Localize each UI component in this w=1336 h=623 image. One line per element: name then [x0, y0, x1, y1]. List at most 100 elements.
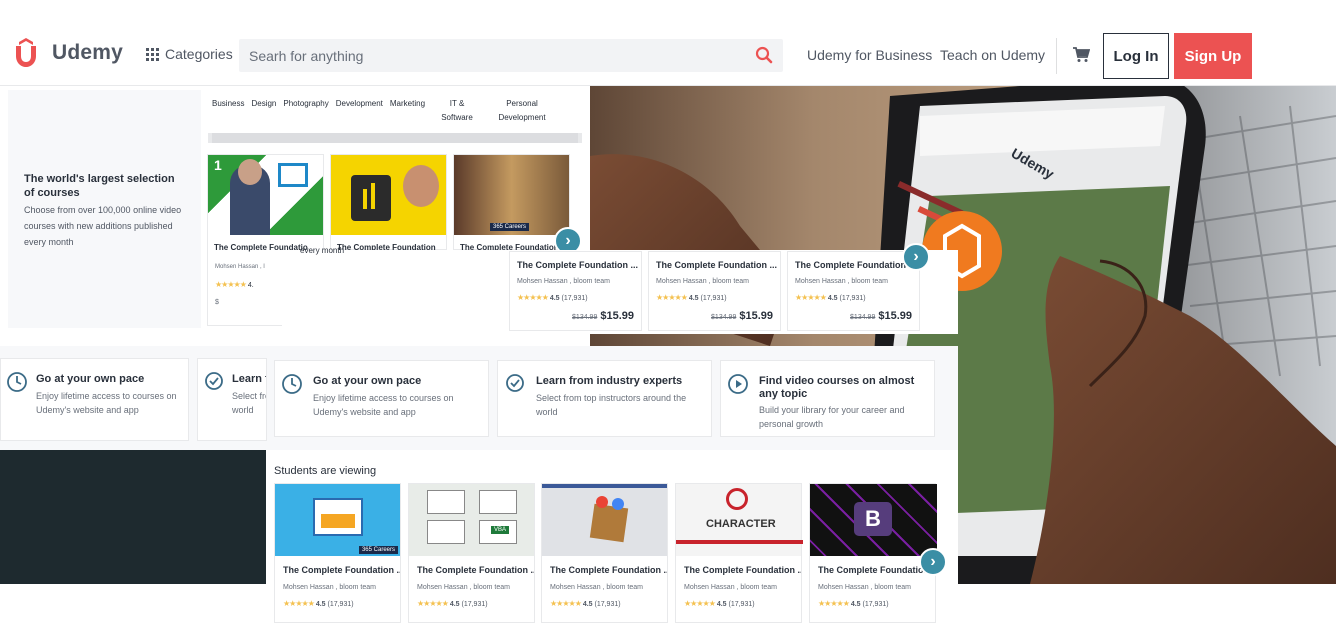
feature-description: Enjoy lifetime access to courses on Udemy…: [313, 393, 454, 417]
course-card[interactable]: The Complete Foundation: [330, 154, 447, 252]
course-thumbnail: 1: [208, 155, 323, 235]
course-badge: CHARACTER: [706, 518, 776, 530]
chevron-right-icon: ›: [930, 553, 936, 570]
udemy-logo[interactable]: Udemy: [14, 38, 123, 68]
udemy-logo-icon: [16, 38, 36, 67]
carousel-next-button[interactable]: ›: [902, 243, 930, 271]
star-rating-icon: ★★★★★: [795, 293, 827, 302]
course-badge: B: [854, 502, 892, 536]
clock-icon: [7, 372, 27, 392]
search-input[interactable]: [239, 39, 729, 72]
star-rating-icon: ★★★★★: [417, 599, 449, 608]
course-price: $134.99 $15.99: [850, 310, 912, 322]
course-title: The Complete Foundation ...: [818, 565, 935, 575]
verified-check-icon: [205, 372, 223, 390]
chevron-right-icon: ›: [565, 232, 571, 249]
feature-card: Find video courses on almost any topic Bu…: [720, 360, 935, 437]
teach-on-udemy-link[interactable]: Teach on Udemy: [940, 47, 1045, 63]
tab-photography[interactable]: Photography: [283, 97, 328, 127]
cart-icon[interactable]: [1072, 46, 1090, 64]
header-divider: [1056, 38, 1057, 74]
feature-description: Build your library for your career and pe…: [759, 405, 905, 429]
feature-card: Go at your own pace Enjoy lifetime acces…: [274, 360, 489, 437]
course-thumbnail: 365 Careers: [454, 155, 569, 235]
course-author: Mohsen Hassan , bloom team: [417, 584, 510, 591]
tab-design[interactable]: Design: [251, 97, 276, 127]
course-price: $134.99 $15.99: [711, 310, 773, 322]
course-rating: ★★★★★ 4.5 (17,931): [550, 599, 621, 608]
scrollbar-thumb[interactable]: [212, 133, 578, 143]
course-card[interactable]: 365 Careers The Complete Foundation: [453, 154, 570, 252]
udemy-for-business-link[interactable]: Udemy for Business: [807, 47, 932, 63]
course-card[interactable]: The Complete Foundation ... Mohsen Hassa…: [787, 251, 920, 331]
course-card[interactable]: The Complete Foundation ... Mohsen Hassa…: [509, 251, 642, 331]
feature-title: Go at your own pace: [36, 373, 145, 385]
course-rating: ★★★★★ 4.5 (17,931): [417, 599, 488, 608]
tab-development[interactable]: Development: [336, 97, 383, 127]
login-button[interactable]: Log In: [1103, 33, 1169, 79]
course-author: Mohsen Hassan , bloom team: [550, 584, 643, 591]
star-rating-icon: ★★★★★: [215, 280, 247, 289]
course-card[interactable]: VBA The Complete Foundation ... Mohsen H…: [408, 483, 535, 623]
course-thumbnail: 365 Careers: [275, 484, 400, 556]
course-card[interactable]: 365 Careers The Complete Foundation ... …: [274, 483, 401, 623]
course-author: Mohsen Hassan , bloom team: [517, 278, 610, 285]
course-rank-number: 1: [214, 157, 222, 173]
course-thumbnail: [542, 484, 667, 556]
search-icon[interactable]: [755, 46, 773, 64]
students-viewing-heading: Students are viewing: [274, 465, 377, 477]
tab-it-software[interactable]: IT & Software: [441, 97, 473, 127]
course-thumbnail: VBA: [409, 484, 534, 556]
feature-description: Select fro world: [232, 391, 267, 415]
star-rating-icon: ★★★★★: [656, 293, 688, 302]
top-navbar: Udemy Categories Udemy for Business Teac…: [0, 0, 1336, 86]
course-card[interactable]: CHARACTER The Complete Foundation ... Mo…: [675, 483, 803, 623]
course-title: The Complete Foundation ...: [795, 260, 916, 270]
course-author: Mohsen Hassan , bloom team: [795, 278, 888, 285]
course-badge: VBA: [491, 526, 510, 534]
course-title: The Complete Foundation ...: [283, 565, 400, 575]
course-price: $134.99 $15.99: [572, 310, 634, 322]
course-title: The Complete Foundation ...: [417, 565, 534, 575]
course-rating: ★★★★★ 4.5 (17,931): [818, 599, 889, 608]
chevron-right-icon: ›: [913, 248, 919, 265]
course-title: The Complete Foundation ...: [684, 565, 801, 575]
carousel-next-button[interactable]: ›: [919, 548, 947, 576]
feature-card: Go at your own pace Enjoy lifetime acces…: [0, 358, 189, 441]
feature-card: Learn from industry experts Select from …: [497, 360, 712, 437]
course-card[interactable]: B The Complete Foundation ... Mohsen Has…: [809, 483, 937, 623]
course-title: The Complete Foundation ...: [550, 565, 667, 575]
course-thumbnail: B: [810, 484, 937, 556]
tab-personal-development[interactable]: Personal Development: [497, 97, 547, 127]
course-thumbnail: CHARACTER: [676, 484, 803, 556]
hero-title: The world's largest selection of courses: [24, 173, 175, 199]
play-video-icon: [728, 374, 748, 394]
feature-title: Find video courses on almost any topic: [759, 375, 915, 400]
course-author: Mohsen Hassan , bloom team: [684, 584, 777, 591]
course-badge: 365 Careers: [490, 223, 530, 231]
feature-title: Learn from industry experts: [536, 375, 683, 387]
star-rating-icon: ★★★★★: [684, 599, 716, 608]
course-card[interactable]: The Complete Foundation ... Mohsen Hassa…: [648, 251, 781, 331]
course-rating: ★★★★★ 4.5 (17,931): [283, 599, 354, 608]
course-badge: 365 Careers: [358, 546, 398, 554]
star-rating-icon: ★★★★★: [818, 599, 850, 608]
tab-marketing[interactable]: Marketing: [390, 97, 425, 127]
course-title: The Complete Foundation ...: [517, 260, 638, 270]
course-card[interactable]: The Complete Foundation ... Mohsen Hassa…: [541, 483, 668, 623]
feature-card: Learn fr Select froworld: [197, 358, 267, 441]
categories-menu[interactable]: Categories: [146, 46, 233, 62]
course-rating: ★★★★★ 4.5 (17,931): [795, 293, 866, 302]
course-rating: ★★★★★ 4.5 (17,931): [656, 293, 727, 302]
course-author: Mohsen Hassan , bloom team: [656, 278, 749, 285]
feature-description: Enjoy lifetime access to courses on Udemy…: [36, 391, 177, 415]
hero-subtitle: Choose from over 100,000 online video co…: [24, 205, 182, 247]
tab-business[interactable]: Business: [212, 97, 244, 127]
course-thumbnail: [331, 155, 446, 235]
categories-label: Categories: [165, 46, 233, 62]
tabs-scrollbar[interactable]: [208, 133, 582, 143]
hero-subtitle-fragment: every month: [300, 246, 345, 255]
signup-button[interactable]: Sign Up: [1174, 33, 1252, 79]
course-title: The Complete Foundation ...: [656, 260, 777, 270]
course-rating: ★★★★★ 4.5 (17,931): [684, 599, 755, 608]
